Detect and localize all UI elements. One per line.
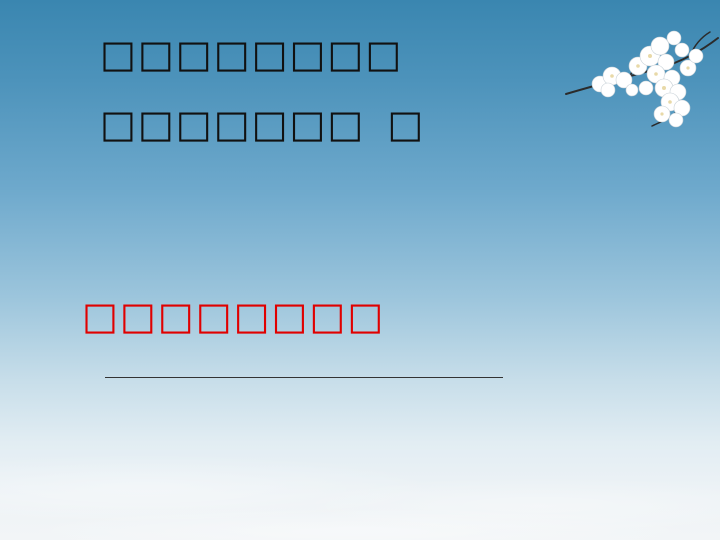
slide: □□□□□□□□ □□□□□□□ □ □□□□□□□□ [0,0,720,540]
title-line-2-main: □□□□□□□ [100,102,366,146]
subtitle: □□□□□□□□ [82,294,386,338]
divider-line [105,377,503,378]
title-line-2-tail: □ [387,102,426,146]
cherry-blossom-icon [565,30,719,128]
title-line-1: □□□□□□□□ [100,32,404,76]
title-line-2: □□□□□□□ □ [100,102,425,146]
snow-ground [0,370,720,540]
